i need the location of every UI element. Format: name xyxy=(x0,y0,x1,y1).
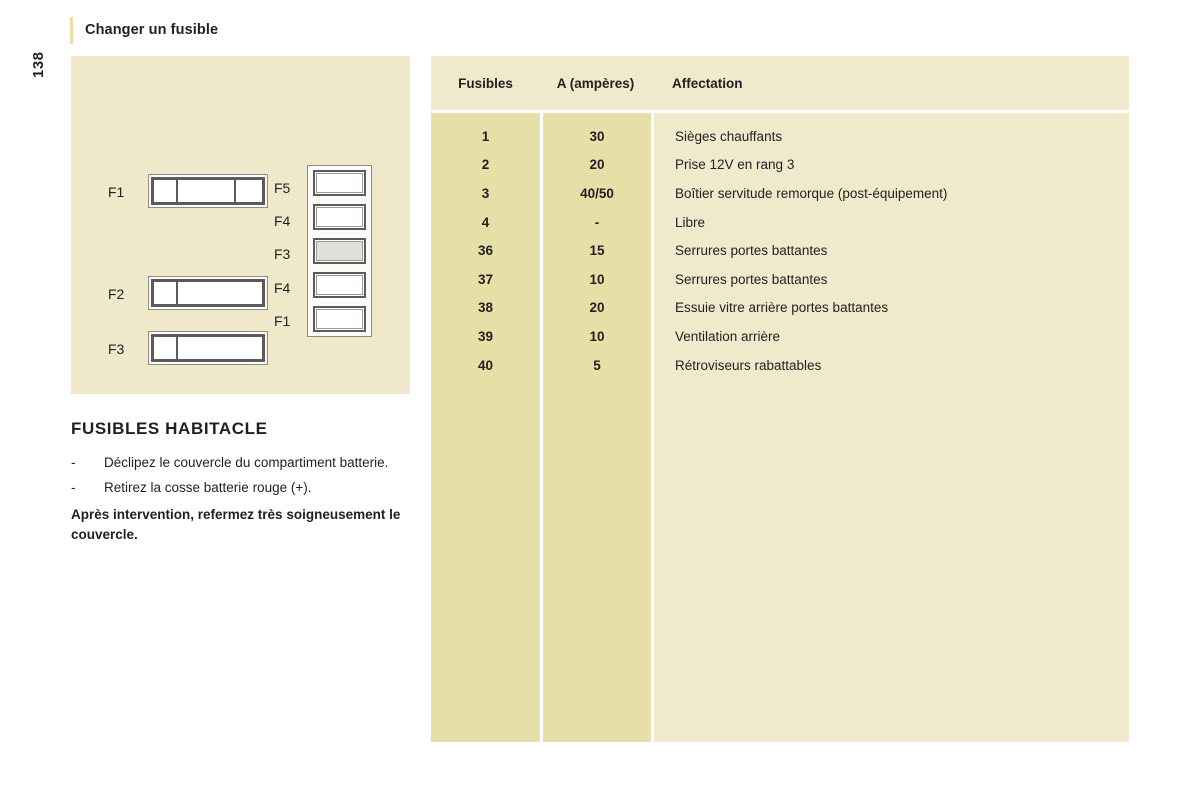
table-header-row: Fusibles A (ampères) Affectation xyxy=(431,56,1129,110)
table-column-amperes: 30 20 40/50 - 15 10 20 10 5 xyxy=(543,113,651,742)
vertical-fuse-slot-f3 xyxy=(313,238,366,264)
cell-fusible: 1 xyxy=(481,128,490,144)
warning-note: Après intervention, refermez très soigne… xyxy=(71,507,401,542)
vertical-fuse-block xyxy=(307,165,372,337)
bullet-dash: - xyxy=(71,455,76,470)
cell-affectation: Ventilation arrière xyxy=(675,328,781,344)
cell-fusible: 38 xyxy=(477,300,494,316)
column-header-fusibles: Fusibles xyxy=(458,75,513,91)
cell-fusible: 40 xyxy=(477,357,494,373)
cell-affectation: Prise 12V en rang 3 xyxy=(675,157,795,173)
column-header-affectation: Affectation xyxy=(672,75,743,91)
header-accent-bar xyxy=(70,16,73,44)
page-title: Changer un fusible xyxy=(85,22,219,38)
fuse-table: Fusibles A (ampères) Affectation 1 2 3 4 36 3… xyxy=(431,56,1129,742)
cell-affectation: Serrures portes battantes xyxy=(675,271,828,287)
table-column-fusibles: 1 2 3 4 36 37 38 39 40 xyxy=(431,113,540,742)
fuse-segment xyxy=(154,180,178,202)
bullet-dash: - xyxy=(71,480,76,495)
vertical-fuse-slot-f4-lower xyxy=(313,272,366,298)
table-column-affectation: Sièges chauffants Prise 12V en rang 3 Boît… xyxy=(654,113,1129,742)
fuse-box-diagram: F1 F2 F3 F5 F4 F3 F4 F1 xyxy=(71,56,410,394)
fuse-segment xyxy=(178,337,262,359)
list-item: - Retirez la cosse batterie rouge (+). xyxy=(71,478,410,497)
horizontal-fuse-label-f2: F2 xyxy=(108,286,125,302)
cell-amperes: 20 xyxy=(589,157,605,173)
horizontal-fuse-label-f1: F1 xyxy=(108,184,125,200)
horizontal-fuse-f2 xyxy=(148,276,268,310)
table-body: 1 2 3 4 36 37 38 39 40 30 20 40/50 - 15 10 20 10 5 Siège… xyxy=(431,113,1129,742)
list-item-text: Déclipez le couvercle du compartiment ba… xyxy=(104,455,389,470)
horizontal-fuse-f1 xyxy=(148,174,268,208)
cell-fusible: 36 xyxy=(477,243,494,259)
fuse-segment xyxy=(178,282,262,304)
cell-affectation: Libre xyxy=(675,214,706,230)
fuse-segment xyxy=(178,180,237,202)
cell-affectation: Serrures portes battantes xyxy=(675,243,828,259)
vertical-fuse-slot-f4-upper xyxy=(313,204,366,230)
list-item-text: Retirez la cosse batterie rouge (+). xyxy=(104,480,312,495)
instruction-list: - Déclipez le couvercle du compartiment … xyxy=(71,453,410,497)
cell-fusible: 39 xyxy=(477,328,494,344)
cell-fusible: 2 xyxy=(481,157,490,173)
vertical-fuse-label-f5: F5 xyxy=(274,180,291,196)
cell-affectation: Rétroviseurs rabattables xyxy=(675,357,822,373)
cell-amperes: 10 xyxy=(589,271,605,287)
horizontal-fuse-label-f3: F3 xyxy=(108,341,125,357)
left-column: F1 F2 F3 F5 F4 F3 F4 F1 FUSIBLES HABITAC… xyxy=(71,56,410,545)
cell-amperes: 10 xyxy=(589,328,605,344)
cell-fusible: 3 xyxy=(481,185,490,201)
cell-affectation: Boîtier servitude remorque (post-équipem… xyxy=(675,185,948,201)
page-header: Changer un fusible xyxy=(70,16,218,44)
cell-fusible: 37 xyxy=(477,271,494,287)
vertical-fuse-label-f4-upper: F4 xyxy=(274,213,291,229)
cell-fusible: 4 xyxy=(481,214,490,230)
list-item: - Déclipez le couvercle du compartiment … xyxy=(71,453,410,472)
cell-amperes: 15 xyxy=(589,243,605,259)
fuse-segment xyxy=(236,180,262,202)
column-header-amperes: A (ampères) xyxy=(556,75,635,91)
vertical-fuse-slot-f5 xyxy=(313,170,366,196)
vertical-fuse-label-f4-lower: F4 xyxy=(274,280,291,296)
fuse-segment xyxy=(154,282,178,304)
vertical-fuse-label-f1: F1 xyxy=(274,313,291,329)
cell-amperes: - xyxy=(594,214,600,230)
cell-affectation: Sièges chauffants xyxy=(675,128,783,144)
page-number: 138 xyxy=(30,51,47,78)
vertical-fuse-label-f3: F3 xyxy=(274,246,291,262)
vertical-fuse-slot-f1 xyxy=(313,306,366,332)
cell-amperes: 40/50 xyxy=(580,185,614,201)
cell-amperes: 30 xyxy=(589,128,605,144)
horizontal-fuse-f3 xyxy=(148,331,268,365)
fuse-segment xyxy=(154,337,178,359)
cell-affectation: Essuie vitre arrière portes battantes xyxy=(675,300,889,316)
cell-amperes: 5 xyxy=(593,357,601,373)
section-title: FUSIBLES HABITACLE xyxy=(71,419,268,438)
cell-amperes: 20 xyxy=(589,300,605,316)
